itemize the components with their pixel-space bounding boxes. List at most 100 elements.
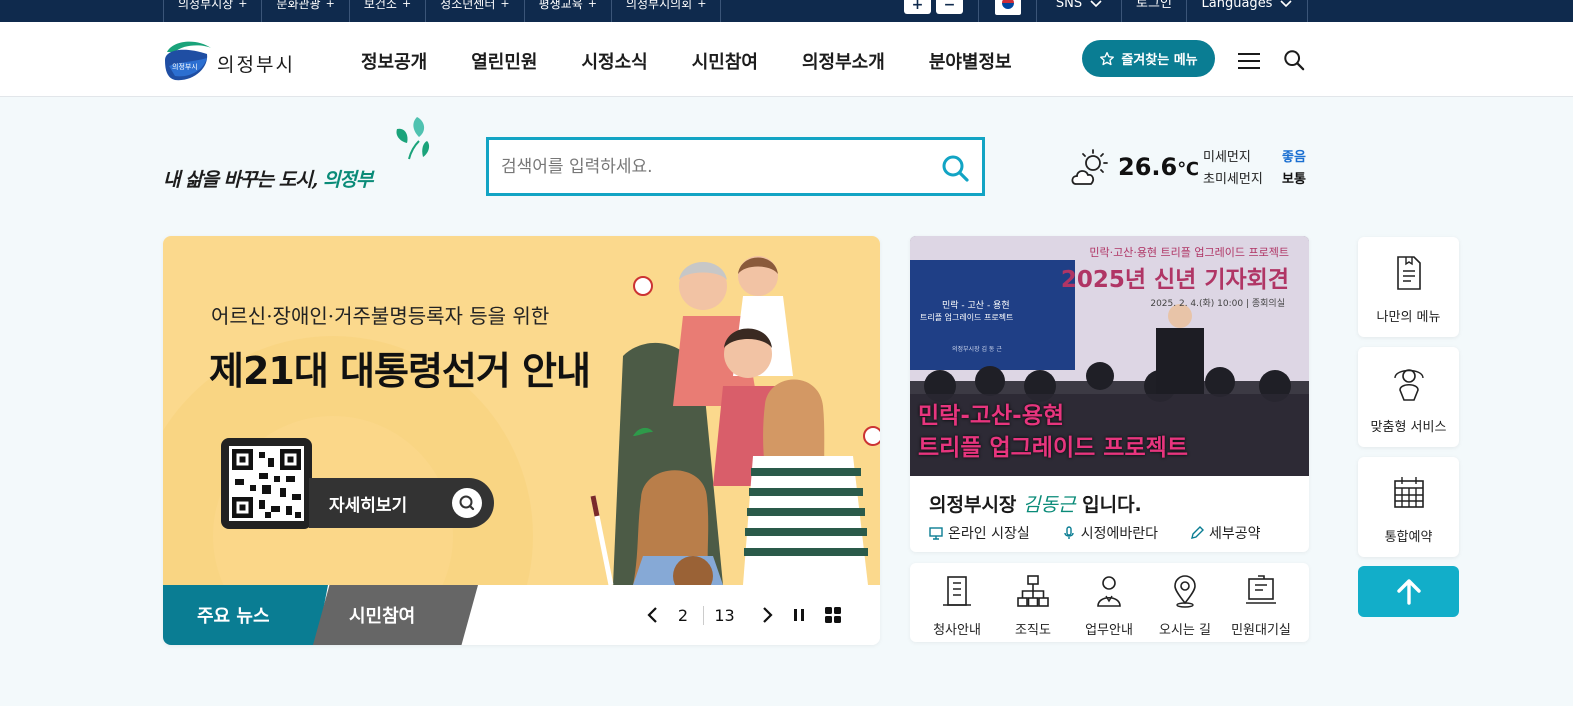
site-link-label: 의정부시의회	[625, 0, 693, 11]
slogan-city: 의정부	[322, 169, 373, 191]
photo-date: 2025. 2. 4.(화) 10:00 | 종회의실	[1150, 299, 1285, 309]
main-banner-slider: 어르신·장애인·거주불명등록자 등을 위한 제21대 대통령선거 안내 자세히보…	[163, 236, 880, 645]
nav-item-civil[interactable]: 열린민원	[471, 48, 537, 74]
main-navigation: 정보공개 열린민원 시정소식 시민참여 의정부소개 분야별정보	[361, 48, 1056, 74]
banner-slide[interactable]: 어르신·장애인·거주불명등록자 등을 위한 제21대 대통령선거 안내 자세히보…	[163, 236, 880, 585]
sns-dropdown[interactable]: SNS	[1036, 0, 1121, 22]
mayor-greeting: 의정부시장 김동근 입니다.	[929, 490, 1142, 517]
site-link-label: 문화관광	[276, 0, 321, 11]
korean-flag-button[interactable]	[978, 0, 1036, 22]
all-menu-button[interactable]	[1238, 53, 1260, 69]
banner-more-label: 자세히보기	[329, 495, 408, 516]
online-mayor-office-link[interactable]: 온라인 시장실	[929, 523, 1030, 543]
city-logo[interactable]: 의정부시 의정부시	[163, 38, 295, 82]
slogan-prefix: 내 삶을 바꾸는 도시,	[163, 169, 318, 191]
org-chart-icon	[1017, 575, 1049, 607]
quick-link-organization[interactable]: 조직도	[995, 563, 1071, 642]
related-site-links: 의정부시장 + 문화관광 + 보건소 + 청소년센터 + 평생교육 + 의정부시의회 +	[163, 0, 722, 22]
person-icon	[1097, 576, 1121, 607]
photo-caption-top: 민락·고산·용현 트리플 업그레이드 프로젝트	[1089, 246, 1289, 259]
fine-dust-value: 좋음	[1282, 150, 1306, 165]
sns-label: SNS	[1055, 0, 1083, 11]
photo-banner-line2: 트리플 업그레이드 프로젝트	[918, 435, 1188, 461]
chevron-right-icon[interactable]	[757, 605, 777, 625]
utility-tools: SNS 로그인 Languages	[978, 0, 1308, 22]
screen-text-2: 트리플 업그레이드 프로젝트	[920, 313, 1014, 322]
search-input[interactable]	[501, 152, 921, 182]
tab-citizen-participation[interactable]: 시민참여	[313, 585, 478, 645]
quick-link-directions[interactable]: 오시는 길	[1147, 563, 1223, 642]
pledges-link[interactable]: 세부공약	[1190, 523, 1261, 543]
banner-more-button[interactable]: 자세히보기	[309, 478, 494, 528]
temperature: 26.6℃	[1118, 153, 1199, 181]
main-search-box	[486, 137, 985, 196]
search-icon[interactable]	[941, 154, 969, 182]
site-link-culture[interactable]: 문화관광 +	[261, 0, 348, 22]
magnifier-circle	[452, 488, 482, 518]
tab-main-news[interactable]: 주요 뉴스	[163, 585, 328, 645]
nav-item-news[interactable]: 시정소식	[582, 48, 648, 74]
slogan-text: 내 삶을 바꾸는 도시, 의정부	[163, 165, 373, 192]
screen-text-1: 민락 - 고산 - 용현	[942, 301, 1010, 311]
ultra-fine-dust-label: 초미세먼지	[1203, 172, 1263, 187]
mayor-links: 온라인 시장실 시정에바란다 세부공약	[929, 523, 1293, 543]
star-icon	[1100, 51, 1115, 65]
my-menu-button[interactable]: 나만의 메뉴	[1358, 237, 1459, 337]
total-slide-count: 13	[703, 605, 745, 625]
plus-icon: +	[238, 0, 248, 10]
grid-view-icon[interactable]	[823, 605, 843, 625]
qr-code-icon	[229, 446, 304, 521]
site-link-health[interactable]: 보건소 +	[348, 0, 425, 22]
favorites-label: 즐겨찾는 메뉴	[1121, 53, 1198, 68]
site-link-label: 의정부시장	[178, 0, 234, 11]
site-link-label: 평생교육	[538, 0, 583, 11]
quick-links: 청사안내 조직도 업무안내 오시는 길 민원대기실	[910, 563, 1309, 642]
nav-item-fields[interactable]: 분야별정보	[929, 48, 1012, 74]
menu-line	[1238, 60, 1260, 62]
site-link-mayor[interactable]: 의정부시장 +	[163, 0, 261, 22]
nav-item-about[interactable]: 의정부소개	[802, 48, 885, 74]
leaf-sprout-icon	[396, 117, 430, 160]
photo-banner-line1: 민락-고산-용현	[918, 403, 1065, 429]
screen-text-3: 의정부시장 김 동 근	[952, 346, 1002, 353]
nav-item-participation[interactable]: 시민참여	[692, 48, 758, 74]
favorites-menu-button[interactable]: 즐겨찾는 메뉴	[1082, 40, 1215, 77]
pause-icon[interactable]	[789, 605, 809, 625]
mayor-press-photo[interactable]: 민락·고산·용현 트리플 업그레이드 프로젝트 2025년 신년 기자회견 20…	[910, 236, 1309, 476]
nav-item-info[interactable]: 정보공개	[361, 48, 427, 74]
qr-code	[221, 438, 312, 529]
scroll-to-top-button[interactable]	[1358, 566, 1459, 617]
zoom-out-button[interactable]: −	[936, 0, 963, 14]
banner-subtitle: 어르신·장애인·거주불명등록자 등을 위한	[211, 304, 550, 328]
reservation-button[interactable]: 통합예약	[1358, 457, 1459, 557]
site-link-youth[interactable]: 청소년센터 +	[425, 0, 523, 22]
site-link-education[interactable]: 평생교육 +	[523, 0, 611, 22]
quick-link-work[interactable]: 업무안내	[1071, 563, 1147, 642]
site-link-council[interactable]: 의정부시의회 +	[610, 0, 722, 22]
mayor-card: 민락·고산·용현 트리플 업그레이드 프로젝트 2025년 신년 기자회견 20…	[910, 236, 1309, 552]
login-link[interactable]: 로그인	[1121, 0, 1186, 22]
plus-icon: +	[500, 0, 510, 10]
quick-link-building[interactable]: 청사안내	[919, 563, 995, 642]
fine-dust-label: 미세먼지	[1203, 150, 1251, 165]
languages-dropdown[interactable]: Languages	[1186, 0, 1308, 22]
search-icon[interactable]	[1283, 49, 1305, 71]
suggestions-link[interactable]: 시정에바란다	[1062, 523, 1158, 543]
quick-link-label: 청사안내	[933, 623, 981, 638]
quick-link-label: 업무안내	[1085, 623, 1133, 638]
location-pin-icon	[1174, 575, 1196, 608]
custom-service-button[interactable]: 맞춤형 서비스	[1358, 347, 1459, 447]
logo-text: 의정부시	[217, 53, 295, 76]
mayor-title: 의정부시장	[929, 494, 1017, 516]
partly-cloudy-icon	[1071, 149, 1108, 185]
site-link-label: 보건소	[363, 0, 397, 11]
current-slide-number: 2	[677, 605, 689, 625]
quick-link-waiting-room[interactable]: 민원대기실	[1223, 563, 1299, 642]
document-icon	[1396, 256, 1421, 290]
chevron-left-icon[interactable]	[643, 605, 663, 625]
monitor-icon	[929, 527, 943, 540]
weather-widget: 26.6℃ 미세먼지 좋음 초미세먼지 보통	[1070, 145, 1310, 190]
zoom-in-button[interactable]: +	[904, 0, 931, 14]
mayor-link-label: 온라인 시장실	[948, 526, 1030, 542]
plus-icon: +	[325, 0, 335, 10]
